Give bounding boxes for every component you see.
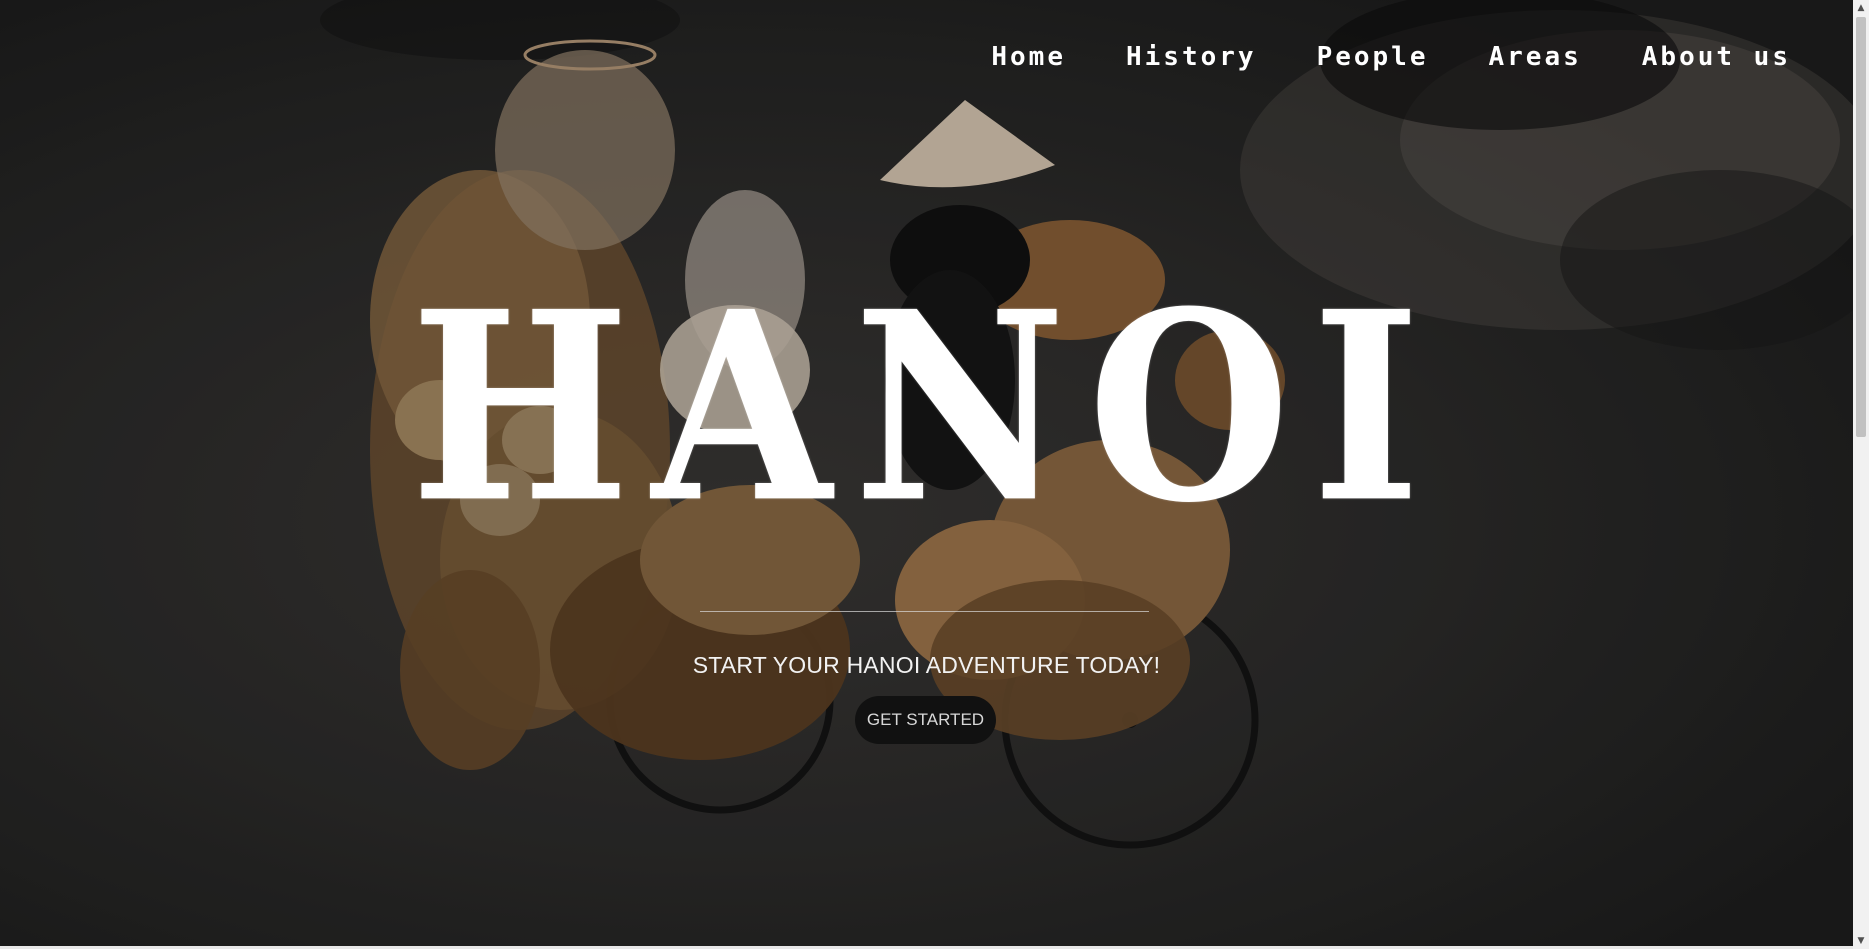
nav-home[interactable]: Home [991, 38, 1066, 76]
main-navigation: Home History People Areas About us [931, 38, 1791, 76]
get-started-button[interactable]: GET STARTED [855, 696, 996, 744]
scroll-down-arrow-icon[interactable]: ▼ [1853, 933, 1869, 949]
hero-tagline: START YOUR HANOI ADVENTURE TODAY! [692, 652, 1161, 678]
hero-divider [700, 611, 1149, 612]
hero-title: HANOI [410, 254, 1443, 560]
vertical-scrollbar[interactable]: ▲ ▼ [1853, 0, 1869, 949]
nav-history[interactable]: History [1126, 38, 1257, 76]
page: Home History People Areas About us HANOI… [0, 0, 1853, 949]
nav-about-us[interactable]: About us [1642, 38, 1791, 76]
scroll-up-arrow-icon[interactable]: ▲ [1853, 0, 1869, 16]
nav-areas[interactable]: Areas [1488, 38, 1581, 76]
nav-people[interactable]: People [1317, 38, 1429, 76]
scrollbar-thumb[interactable] [1856, 17, 1866, 437]
